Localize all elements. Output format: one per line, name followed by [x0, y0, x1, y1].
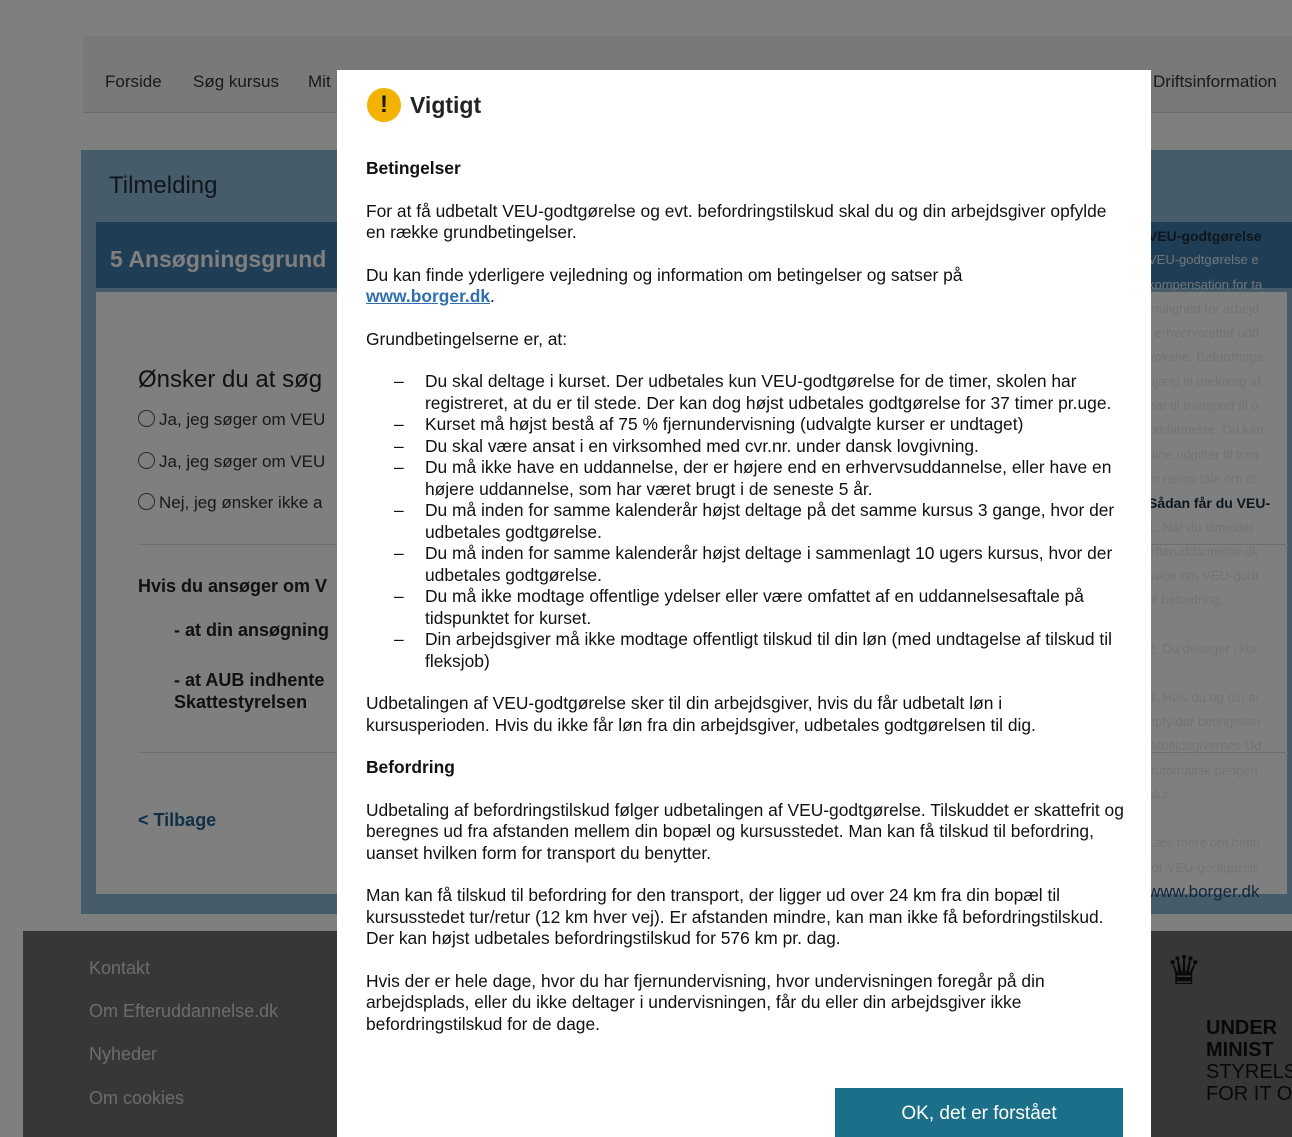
condition-item: Du må inden for samme kalenderår højst d…: [366, 543, 1126, 586]
paragraph: Udbetalingen af VEU-godtgørelse sker til…: [366, 693, 1036, 735]
dialog-body: Betingelser For at få udbetalt VEU-godtg…: [366, 158, 1126, 1056]
important-dialog: ! Vigtigt Betingelser For at få udbetalt…: [337, 70, 1151, 1137]
condition-item: Du må ikke modtage offentlige ydelser el…: [366, 586, 1126, 629]
conditions-heading: Betingelser: [366, 158, 461, 178]
condition-item: Du må inden for samme kalenderår højst d…: [366, 500, 1126, 543]
paragraph: For at få udbetalt VEU-godtgørelse og ev…: [366, 200, 1107, 243]
condition-item: Du skal være ansat i en virksomhed med c…: [366, 436, 1126, 458]
paragraph: Hvis der er hele dage, hvor du har fjern…: [366, 970, 1045, 1034]
paragraph-text: Du kan finde yderligere vejledning og in…: [366, 264, 963, 285]
borger-link[interactable]: www.borger.dk: [366, 286, 490, 306]
condition-item: Du skal deltage i kurset. Der udbetales …: [366, 371, 1126, 414]
paragraph: Du kan finde yderligere vejledning og in…: [366, 265, 1126, 308]
dialog-title: Vigtigt: [410, 92, 482, 118]
paragraph: Grundbetingelserne er, at:: [366, 328, 568, 349]
warning-icon: !: [367, 88, 401, 122]
punctuation: .: [490, 286, 495, 306]
conditions-list: Du skal deltage i kurset. Der udbetales …: [366, 371, 1126, 672]
condition-item: Kurset må højst bestå af 75 % fjernunder…: [366, 414, 1126, 436]
condition-item: Du må ikke have en uddannelse, der er hø…: [366, 457, 1126, 500]
paragraph: Man kan få tilskud til befordring for de…: [366, 885, 1104, 948]
transport-heading: Befordring: [366, 757, 455, 777]
condition-item: Din arbejdsgiver må ikke modtage offentl…: [366, 629, 1126, 672]
ok-button[interactable]: OK, det er forstået: [835, 1088, 1123, 1137]
paragraph: Udbetaling af befordringstilskud følger …: [366, 799, 1124, 863]
